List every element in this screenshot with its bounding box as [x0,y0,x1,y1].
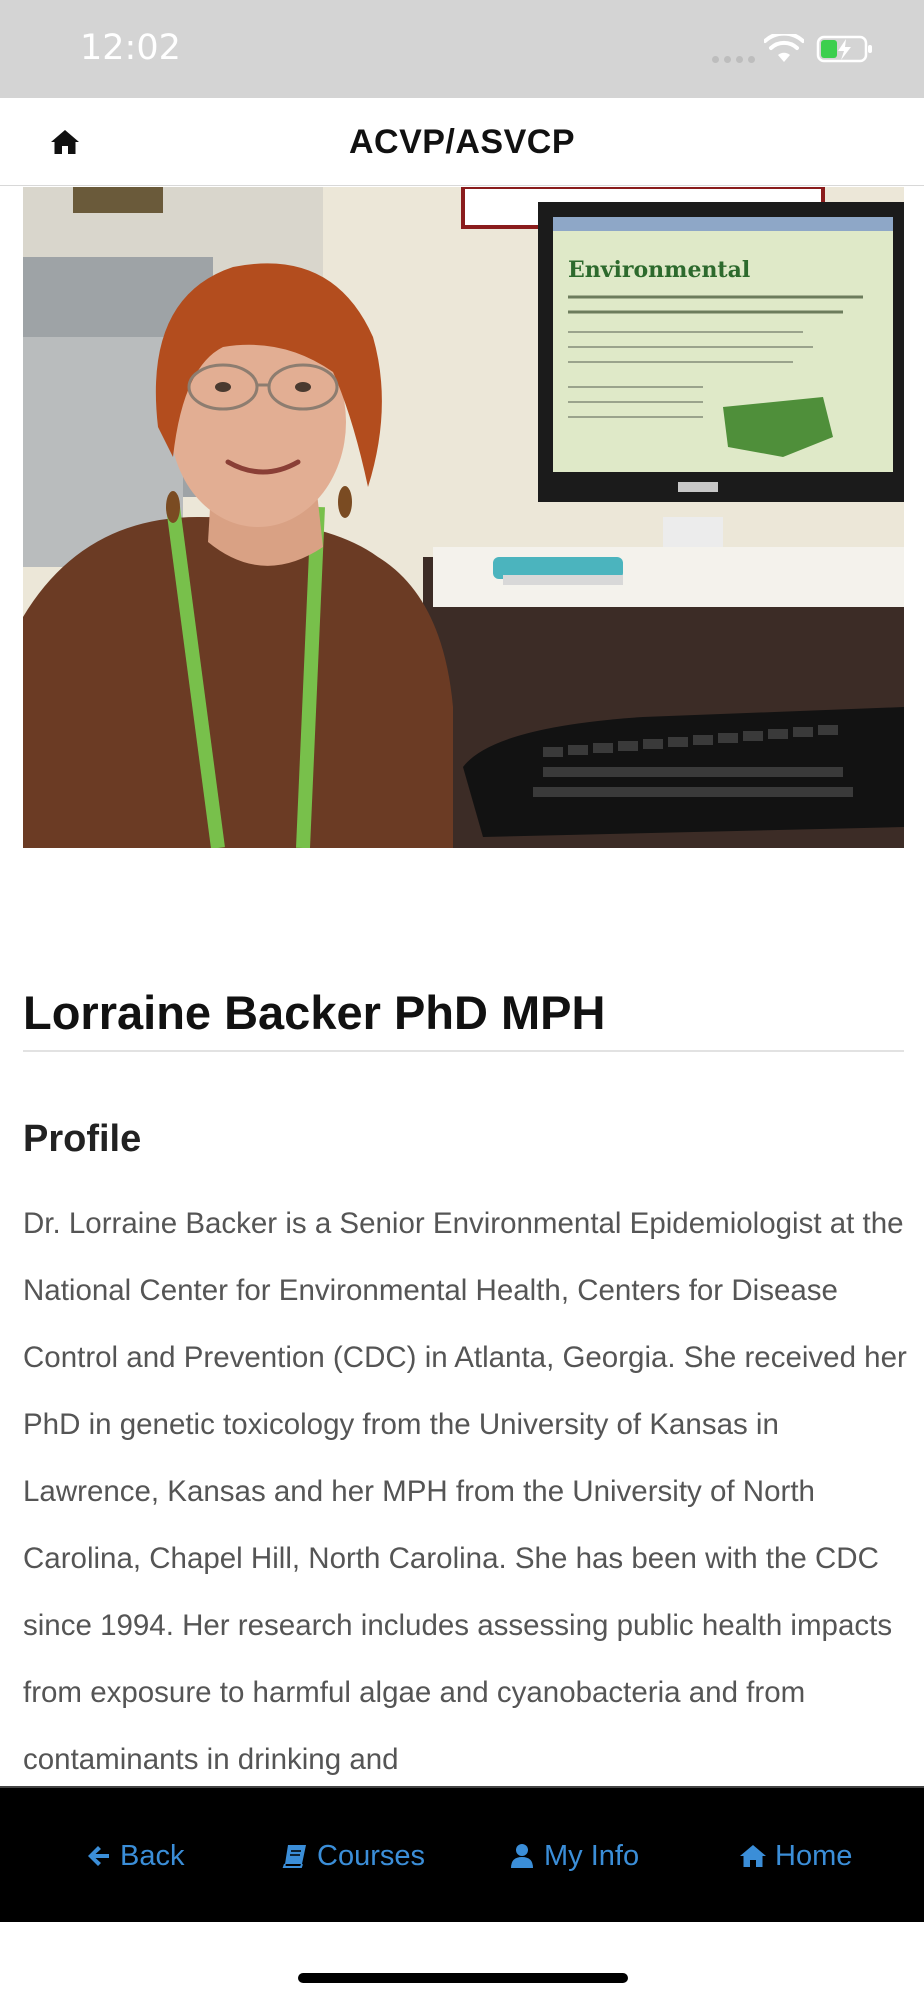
status-bar: 12:02 [0,0,924,98]
home-icon [740,1845,766,1867]
status-time: 12:02 [80,28,181,68]
my-info-button[interactable]: My Info [508,1788,639,1924]
back-label: Back [120,1840,185,1872]
home-label: Home [775,1840,853,1872]
battery-icon [816,35,872,63]
home-indicator [298,1973,628,1983]
profile-heading: Profile [23,1118,142,1160]
home-button[interactable]: Home [739,1788,852,1924]
book-icon [282,1845,306,1868]
wifi-icon [764,34,804,62]
profile-bio: Dr. Lorraine Backer is a Senior Environm… [23,1207,907,1776]
my-info-label: My Info [544,1840,640,1872]
courses-label: Courses [317,1840,425,1872]
signal-icon [712,56,755,63]
speaker-photo: Environmental [23,187,904,848]
speaker-name: Lorraine Backer PhD MPH [23,986,606,1039]
courses-button[interactable]: Courses [281,1788,425,1924]
back-button[interactable]: Back [84,1788,184,1924]
divider [23,1050,904,1052]
svg-text:Environmental: Environmental [568,257,750,283]
page-title: ACVP/ASVCP [348,123,576,161]
arrow-left-icon [88,1846,109,1866]
tab-bar: Back Courses My Info Home [0,1786,924,1922]
user-icon [511,1844,533,1868]
